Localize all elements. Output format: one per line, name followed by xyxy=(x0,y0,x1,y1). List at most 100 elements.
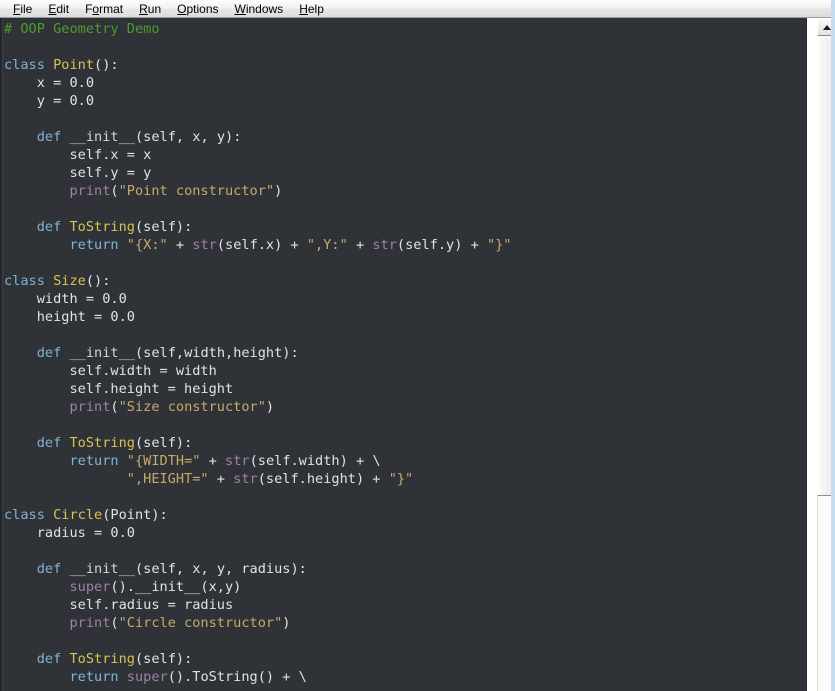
code-token-def: ().__init__(x,y) xyxy=(110,579,242,595)
code-token-def: + xyxy=(200,453,226,469)
code-token-def xyxy=(4,651,37,667)
code-token-def: ( xyxy=(110,399,119,415)
code-line: self.y = y xyxy=(4,164,806,182)
menu-label-part: ile xyxy=(20,1,33,16)
code-token-cls: Size xyxy=(53,273,86,289)
code-line: height = 0.0 xyxy=(4,308,806,326)
code-line: return "{X:" + str(self.x) + ",Y:" + str… xyxy=(4,236,806,254)
code-token-kw: def xyxy=(36,561,70,577)
code-token-bi: print xyxy=(69,399,111,415)
code-token-def: y = 0.0 xyxy=(4,93,95,109)
code-token-str: ",HEIGHT=" xyxy=(126,471,209,487)
code-token-def: x = 0.0 xyxy=(4,75,95,91)
menu-options[interactable]: Options xyxy=(170,1,225,17)
code-token-bi: print xyxy=(69,183,111,199)
menu-bar: File Edit Format Run Options Windows Help xyxy=(0,0,835,18)
code-token-def xyxy=(4,183,69,199)
code-token-def: ( xyxy=(110,615,119,631)
menu-help[interactable]: Help xyxy=(292,1,331,17)
code-line: return "{WIDTH=" + str(self.width) + \ xyxy=(4,452,806,470)
chevron-up-icon xyxy=(822,24,831,30)
code-token-kw: return xyxy=(69,669,127,685)
code-line: def __init__(self, x, y, radius): xyxy=(4,560,806,578)
code-line: def ToString(self): xyxy=(4,650,806,668)
code-token-str: "{X:" xyxy=(126,237,168,253)
code-token-cls: ToString xyxy=(69,219,135,235)
code-token-def: self.x = x xyxy=(4,147,152,163)
menu-windows[interactable]: Windows xyxy=(228,1,291,17)
code-line: super().__init__(x,y) xyxy=(4,578,806,596)
code-token-str: ",Y:" xyxy=(306,237,348,253)
code-line: print("Size constructor") xyxy=(4,398,806,416)
code-token-def: self.height = height xyxy=(4,381,234,397)
code-line: width = 0.0 xyxy=(4,290,806,308)
menu-label-part: indows xyxy=(245,1,284,16)
code-token-bi: str xyxy=(233,471,258,487)
code-line: # OOP Geometry Demo xyxy=(4,20,806,38)
code-token-str: "Circle constructor" xyxy=(118,615,283,631)
code-token-def: ) xyxy=(265,399,275,415)
menu-mnemonic: W xyxy=(234,1,246,16)
code-token-def xyxy=(4,453,69,469)
code-token-cls: ToString xyxy=(69,651,135,667)
code-token-def: (self.width) + \ xyxy=(249,453,381,469)
code-line: def __init__(self,width,height): xyxy=(4,344,806,362)
code-line: class Point(): xyxy=(4,56,806,74)
code-text-area[interactable]: # OOP Geometry Demo class Point(): x = 0… xyxy=(4,18,806,691)
code-token-def xyxy=(4,669,69,685)
menu-label-part: un xyxy=(147,1,162,16)
code-token-bi: str xyxy=(225,453,250,469)
code-token-kw: class xyxy=(4,507,54,523)
code-token-kw: def xyxy=(36,345,70,361)
code-token-kw: def xyxy=(36,435,70,451)
code-line: def __init__(self, x, y): xyxy=(4,128,806,146)
desktop-edge-sliver xyxy=(831,0,835,691)
code-token-kw: def xyxy=(36,219,70,235)
code-token-def: (self): xyxy=(134,219,193,235)
menu-file[interactable]: File xyxy=(6,1,39,17)
code-token-def: + xyxy=(208,471,234,487)
code-token-def: (self,width,height): xyxy=(134,345,299,361)
code-token-dun: __init__ xyxy=(69,129,135,145)
code-line: self.height = height xyxy=(4,380,806,398)
code-token-kw: class xyxy=(4,57,54,73)
code-token-def: ) xyxy=(282,615,291,631)
idle-editor-window: File Edit Format Run Options Windows Help # OO… xyxy=(0,0,835,691)
menu-mnemonic: H xyxy=(299,1,308,16)
code-token-def xyxy=(4,471,127,487)
menu-edit[interactable]: Edit xyxy=(41,1,76,17)
code-token-def: (): xyxy=(85,273,111,289)
code-token-def: self.y = y xyxy=(4,165,152,181)
code-line: def ToString(self): xyxy=(4,434,806,452)
code-token-def xyxy=(4,345,37,361)
code-token-kw: def xyxy=(36,129,70,145)
code-token-str: "Point constructor" xyxy=(118,183,275,199)
menu-label-part: elp xyxy=(307,1,324,16)
code-line: print("Point constructor") xyxy=(4,182,806,200)
code-token-cls: ToString xyxy=(69,435,135,451)
code-line: x = 0.0 xyxy=(4,74,806,92)
menu-format[interactable]: Format xyxy=(78,1,130,17)
code-token-def: ) xyxy=(274,183,283,199)
code-token-def: self.width = width xyxy=(4,363,217,379)
code-token-dun: __init__ xyxy=(69,561,135,577)
code-token-def: (): xyxy=(94,57,119,73)
code-token-def: + xyxy=(167,237,193,253)
code-token-bi: str xyxy=(372,237,397,253)
code-line: class Circle(Point): xyxy=(4,506,806,524)
menu-mnemonic: R xyxy=(139,1,148,16)
code-token-def: height = 0.0 xyxy=(4,309,135,325)
code-line: self.x = x xyxy=(4,146,806,164)
code-line: self.width = width xyxy=(4,362,806,380)
code-token-str: "}" xyxy=(388,471,414,487)
code-token-def xyxy=(4,237,69,253)
menu-run[interactable]: Run xyxy=(132,1,168,17)
code-token-def: (Point): xyxy=(102,507,168,523)
